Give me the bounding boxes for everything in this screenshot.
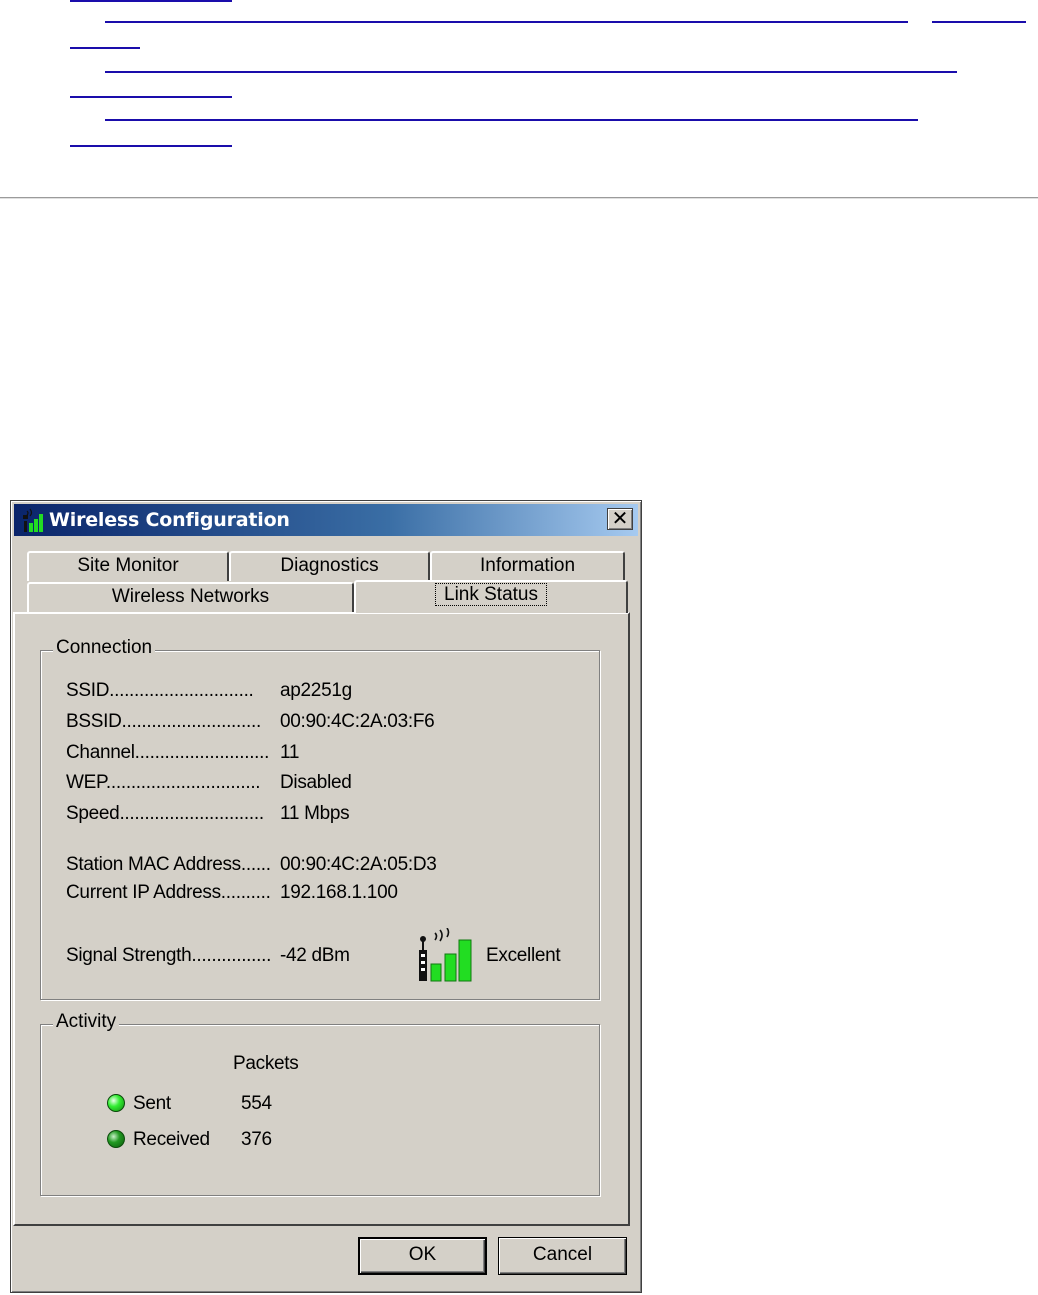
speed-label: Speed............................. [66,803,264,824]
bssid-value: 00:90:4C:2A:03:F6 [280,711,435,732]
station-mac-value: 00:90:4C:2A:05:D3 [280,854,437,875]
hyperlink[interactable] [70,96,232,98]
tab-wireless-networks[interactable]: Wireless Networks [27,582,354,612]
signal-strength-value: -42 dBm [280,945,350,966]
tab-site-monitor[interactable]: Site Monitor [27,551,229,581]
close-icon: ✕ [611,506,629,530]
tab-label: Diagnostics [280,555,379,576]
bssid-label: BSSID............................ [66,711,261,732]
sent-indicator-icon [107,1094,125,1112]
channel-value: 11 [280,742,300,763]
tab-label: Link Status [435,583,547,606]
signal-strength-label: Signal Strength................ [66,945,272,966]
ssid-value: ap2251g [280,680,352,701]
close-button[interactable]: ✕ [607,508,633,530]
ssid-label: SSID............................. [66,680,254,701]
hyperlink[interactable] [70,47,140,49]
wep-value: Disabled [280,772,352,793]
hyperlink[interactable] [105,71,957,73]
hyperlink[interactable] [932,21,1026,23]
tab-link-status[interactable]: Link Status [354,580,628,613]
sent-value: 554 [241,1093,272,1114]
hyperlink[interactable] [105,21,908,23]
activity-legend: Activity [53,1011,120,1033]
received-label: Received [133,1129,210,1150]
wireless-app-icon [23,508,43,532]
activity-group: Activity [40,1011,600,1196]
hyperlink[interactable] [70,145,232,147]
station-mac-label: Station MAC Address...... [66,854,271,875]
hyperlink[interactable] [70,0,232,2]
packets-header: Packets [233,1053,299,1074]
tab-label: Wireless Networks [111,586,270,607]
tab-label: Information [479,555,576,576]
current-ip-value: 192.168.1.100 [280,882,398,903]
signal-quality-text: Excellent [486,945,561,966]
tab-diagnostics[interactable]: Diagnostics [229,551,430,581]
hyperlink[interactable] [105,119,918,121]
tab-information[interactable]: Information [430,551,625,581]
signal-strength-icon [419,928,472,982]
received-value: 376 [241,1129,272,1150]
title-bar[interactable]: Wireless Configuration ✕ [14,504,638,536]
channel-label: Channel........................... [66,742,270,763]
received-indicator-icon [107,1130,125,1148]
horizontal-rule [0,197,1038,199]
wep-label: WEP............................... [66,772,261,793]
ok-label: OK [408,1244,437,1265]
cancel-label: Cancel [532,1244,593,1265]
cancel-button[interactable]: Cancel [498,1237,627,1275]
connection-legend: Connection [53,637,156,659]
ok-button[interactable]: OK [358,1237,487,1275]
window-title: Wireless Configuration [49,509,290,531]
sent-label: Sent [133,1093,171,1114]
current-ip-label: Current IP Address.......... [66,882,271,903]
speed-value: 11 Mbps [280,803,350,824]
tab-label: Site Monitor [77,555,179,576]
